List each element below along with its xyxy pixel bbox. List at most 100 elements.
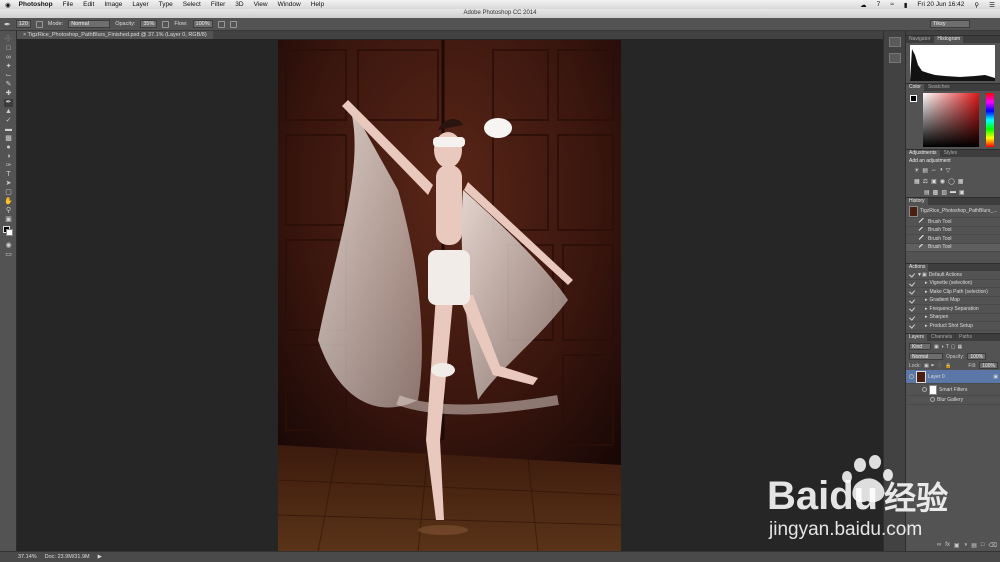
eyedropper-tool-icon[interactable]: ✎ bbox=[4, 81, 13, 89]
tab-layers[interactable]: Layers bbox=[906, 334, 928, 341]
path-select-tool-icon[interactable]: ➤ bbox=[4, 180, 13, 188]
tab-histogram[interactable]: Histogram bbox=[934, 36, 964, 43]
layer-name[interactable]: Layer 0 bbox=[928, 374, 945, 380]
tab-styles[interactable]: Styles bbox=[941, 150, 961, 157]
hue-sat-icon[interactable]: ▦ bbox=[914, 178, 920, 185]
action-set[interactable]: ▼▣ Default Actions bbox=[906, 271, 1000, 280]
workspace-select[interactable]: Tiksy bbox=[930, 20, 970, 28]
color-balance-icon[interactable]: ⚖ bbox=[923, 178, 928, 185]
doc-size[interactable]: Doc: 23.9M/31.9M bbox=[45, 554, 90, 560]
visibility-eye-icon[interactable] bbox=[930, 397, 935, 403]
eraser-tool-icon[interactable]: ▬ bbox=[4, 126, 13, 134]
tab-channels[interactable]: Channels bbox=[928, 334, 955, 341]
smart-filters-row[interactable]: Smart Filters bbox=[906, 384, 1000, 396]
flow-field[interactable]: 100% bbox=[192, 20, 213, 28]
color-lookup-icon[interactable]: ▦ bbox=[958, 178, 964, 185]
tab-paths[interactable]: Paths bbox=[956, 334, 975, 341]
panel-icon-1[interactable] bbox=[888, 37, 901, 47]
panel-icon-2[interactable] bbox=[888, 53, 901, 63]
photo-filter-icon[interactable]: ◉ bbox=[940, 178, 945, 185]
action-item[interactable]: ▸ Product Shot Setup bbox=[906, 322, 1000, 331]
layer-row-layer-0[interactable]: Layer 0 ▣ bbox=[906, 370, 1000, 384]
healing-tool-icon[interactable]: ✚ bbox=[4, 90, 13, 98]
canvas-area[interactable] bbox=[17, 39, 883, 552]
clone-stamp-tool-icon[interactable]: ▲ bbox=[4, 108, 13, 116]
threshold-icon[interactable]: ▧ bbox=[941, 189, 947, 196]
vibrance-icon[interactable]: ▽ bbox=[946, 167, 951, 174]
levels-icon[interactable]: ▤ bbox=[922, 167, 928, 174]
gradient-map-icon[interactable]: ▬ bbox=[950, 189, 956, 196]
menu-image[interactable]: Image bbox=[99, 1, 127, 8]
pen-tool-icon[interactable]: ✑ bbox=[4, 162, 13, 170]
trash-icon[interactable]: ⌫ bbox=[989, 542, 997, 549]
curves-icon[interactable]: ∽ bbox=[931, 167, 936, 174]
color-fg-bg-swatch[interactable] bbox=[910, 95, 917, 102]
menu-file[interactable]: File bbox=[58, 1, 78, 8]
cloud-icon[interactable]: ☁ bbox=[855, 1, 872, 9]
history-item[interactable]: Brush Tool bbox=[906, 218, 1000, 227]
visibility-eye-icon[interactable] bbox=[922, 387, 927, 392]
move-tool-icon[interactable]: ➕ bbox=[4, 36, 13, 44]
menu-select[interactable]: Select bbox=[178, 1, 206, 8]
exposure-icon[interactable]: ◑ bbox=[939, 167, 943, 174]
status-arrow-icon[interactable]: ▶ bbox=[98, 554, 102, 560]
fill-field[interactable]: 100% bbox=[979, 362, 998, 369]
layer-opacity-field[interactable]: 100% bbox=[967, 353, 987, 360]
lasso-tool-icon[interactable]: ∞ bbox=[4, 54, 13, 62]
filter-icons[interactable]: ▣◑T▢▦ bbox=[934, 344, 964, 350]
action-item[interactable]: ▸ Vignette (selection) bbox=[906, 280, 1000, 288]
menu-layer[interactable]: Layer bbox=[127, 1, 153, 8]
mode-select[interactable]: Normal bbox=[68, 20, 111, 28]
dodge-tool-icon[interactable]: ◑ bbox=[4, 153, 13, 161]
action-item[interactable]: ▸ Sharpen bbox=[906, 314, 1000, 322]
history-brush-tool-icon[interactable]: ✓ bbox=[4, 117, 13, 125]
tab-adjustments[interactable]: Adjustments bbox=[906, 150, 940, 157]
tab-swatches[interactable]: Swatches bbox=[925, 84, 953, 91]
default-colors-icon[interactable]: ▣ bbox=[4, 216, 13, 224]
gradient-tool-icon[interactable]: ▩ bbox=[4, 135, 13, 143]
battery-icon[interactable]: ▮ bbox=[899, 1, 913, 9]
new-group-icon[interactable]: ▤ bbox=[971, 542, 977, 549]
history-snapshot[interactable]: TigzRice_Photoshop_PathBlurs_... bbox=[906, 205, 1000, 218]
menubar-clock[interactable]: Fri 20 Jun 16:42 bbox=[912, 1, 969, 8]
wifi-icon[interactable]: ≈ bbox=[885, 1, 899, 8]
pressure-size-icon[interactable] bbox=[229, 20, 237, 28]
action-item[interactable]: ▸ Frequency Separation bbox=[906, 305, 1000, 314]
invert-icon[interactable]: ▤ bbox=[924, 189, 930, 196]
pressure-opacity-icon[interactable] bbox=[162, 20, 170, 28]
visibility-eye-icon[interactable] bbox=[909, 374, 914, 379]
opacity-field[interactable]: 35% bbox=[140, 20, 158, 28]
layer-filter-kind[interactable]: Kind bbox=[909, 343, 931, 350]
brush-size-preset[interactable]: 120 bbox=[15, 20, 31, 28]
history-item[interactable]: Brush Tool bbox=[906, 235, 1000, 244]
selective-color-icon[interactable]: ▣ bbox=[959, 189, 965, 196]
history-item[interactable]: Brush Tool bbox=[906, 226, 1000, 235]
type-tool-icon[interactable]: T bbox=[4, 171, 13, 179]
menu-type[interactable]: Type bbox=[154, 1, 178, 8]
action-item[interactable]: ▸ Gradient Map bbox=[906, 297, 1000, 305]
menu-edit[interactable]: Edit bbox=[78, 1, 99, 8]
quick-mask-icon[interactable]: ◉ bbox=[4, 242, 13, 250]
bw-icon[interactable]: ▣ bbox=[931, 178, 937, 185]
blend-mode-select[interactable]: Normal bbox=[909, 353, 943, 360]
airbrush-icon[interactable] bbox=[217, 20, 225, 28]
document-tab[interactable]: × TigzRice_Photoshop_PathBlurs_Finished.… bbox=[17, 31, 213, 39]
tab-actions[interactable]: Actions bbox=[906, 264, 929, 271]
menu-view[interactable]: View bbox=[249, 1, 273, 8]
crop-tool-icon[interactable]: ⌙ bbox=[4, 72, 13, 80]
tab-navigator[interactable]: Navigator bbox=[906, 36, 933, 43]
zoom-tool-icon[interactable]: ⚲ bbox=[4, 207, 13, 215]
brightness-icon[interactable]: ☀ bbox=[914, 167, 919, 174]
blur-tool-icon[interactable]: ● bbox=[4, 144, 13, 152]
action-item[interactable]: ▸ Make Clip Path (selection) bbox=[906, 288, 1000, 297]
hue-slider[interactable] bbox=[986, 93, 994, 147]
blur-gallery-row[interactable]: Blur Gallery bbox=[906, 396, 1000, 405]
posterize-icon[interactable]: ▩ bbox=[933, 189, 939, 196]
menu-window[interactable]: Window bbox=[273, 1, 306, 8]
tab-history[interactable]: History bbox=[906, 198, 928, 205]
spotlight-icon[interactable]: ⚲ bbox=[969, 1, 984, 9]
zoom-level[interactable]: 37.14% bbox=[18, 554, 37, 560]
menu-app-photoshop[interactable]: Photoshop bbox=[16, 1, 58, 8]
background-color-swatch[interactable] bbox=[6, 229, 13, 236]
menu-3d[interactable]: 3D bbox=[230, 1, 248, 8]
